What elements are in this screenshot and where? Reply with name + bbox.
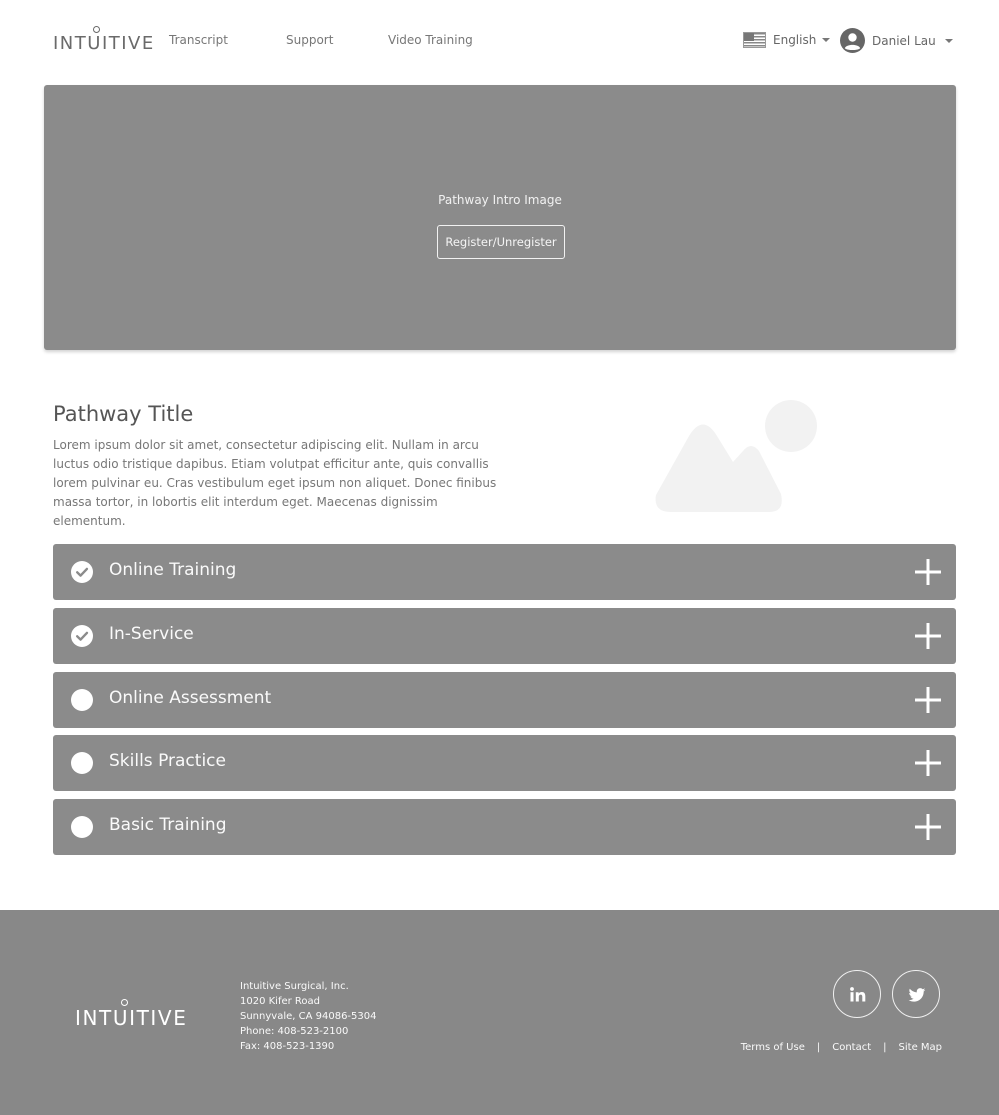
footer-intuitive-logo[interactable]: INTUITIVE: [75, 999, 188, 1031]
chevron-down-icon: [822, 38, 831, 42]
pathway-title: Pathway Title: [53, 402, 194, 426]
section-in-service[interactable]: In-Service: [53, 608, 956, 664]
plus-icon[interactable]: [915, 559, 941, 585]
empty-circle-icon: [71, 689, 93, 711]
plus-icon[interactable]: [915, 623, 941, 649]
section-online-assessment[interactable]: Online Assessment: [53, 672, 956, 728]
check-circle-icon: [71, 625, 93, 647]
link-separator: |: [816, 1042, 821, 1053]
address-company: Intuitive Surgical, Inc.: [240, 981, 349, 992]
chevron-down-icon: [944, 38, 953, 43]
pathway-intro-image: Pathway Intro Image Register/Unregister: [44, 85, 956, 350]
site-map-link[interactable]: Site Map: [899, 1042, 942, 1053]
plus-icon[interactable]: [915, 814, 941, 840]
empty-circle-icon: [71, 816, 93, 838]
plus-icon[interactable]: [915, 687, 941, 713]
section-online-training[interactable]: Online Training: [53, 544, 956, 600]
address-phone: Phone: 408-523-2100: [240, 1026, 349, 1037]
image-placeholder-icon: [655, 400, 817, 512]
twitter-button[interactable]: [892, 970, 940, 1018]
plus-icon[interactable]: [915, 750, 941, 776]
logo-text: INTUITIVE: [53, 33, 155, 54]
section-label: Online Assessment: [109, 688, 272, 708]
footer-logo-dot: [121, 999, 128, 1006]
language-selector[interactable]: English: [743, 31, 831, 49]
link-separator: |: [883, 1042, 887, 1053]
language-label: English: [773, 33, 817, 47]
section-skills-practice[interactable]: Skills Practice: [53, 735, 956, 791]
section-label: Online Training: [109, 560, 237, 580]
contact-link[interactable]: Contact: [832, 1042, 871, 1053]
footer-logo-text: INTUITIVE: [75, 1006, 188, 1030]
nav-support[interactable]: Support: [286, 33, 333, 47]
site-footer: INTUITIVE Intuitive Surgical, Inc. 1020 …: [0, 910, 999, 1115]
check-circle-icon: [71, 561, 93, 583]
nav-video-training[interactable]: Video Training: [388, 33, 473, 47]
nav-transcript[interactable]: Transcript: [169, 33, 228, 47]
section-basic-training[interactable]: Basic Training: [53, 799, 956, 855]
linkedin-icon: [850, 987, 866, 1002]
hero-title: Pathway Intro Image: [438, 193, 562, 207]
user-avatar-icon: [840, 28, 865, 53]
empty-circle-icon: [71, 752, 93, 774]
site-header: INTUITIVE Transcript Support Video Train…: [0, 0, 999, 85]
terms-of-use-link[interactable]: Terms of Use: [741, 1042, 805, 1053]
pathway-description: Lorem ipsum dolor sit amet, consectetur …: [53, 438, 497, 528]
logo-dot: [93, 26, 100, 33]
linkedin-button[interactable]: [833, 970, 881, 1018]
section-label: In-Service: [109, 624, 194, 644]
twitter-icon: [908, 988, 926, 1002]
footer-links: Terms of Use | Contact | Site Map: [741, 1042, 942, 1053]
us-flag-icon: [743, 32, 766, 48]
register-unregister-button[interactable]: Register/Unregister: [437, 225, 565, 259]
intuitive-logo[interactable]: INTUITIVE: [53, 26, 153, 54]
address-city: Sunnyvale, CA 94086-5304: [240, 1011, 377, 1022]
company-address: Intuitive Surgical, Inc. 1020 Kifer Road…: [240, 979, 376, 1054]
address-fax: Fax: 408-523-1390: [240, 1041, 335, 1052]
section-label: Skills Practice: [109, 751, 226, 771]
address-street: 1020 Kifer Road: [240, 996, 321, 1007]
user-menu[interactable]: Daniel Lau: [840, 28, 953, 53]
user-name: Daniel Lau: [872, 33, 936, 48]
section-label: Basic Training: [109, 815, 227, 835]
